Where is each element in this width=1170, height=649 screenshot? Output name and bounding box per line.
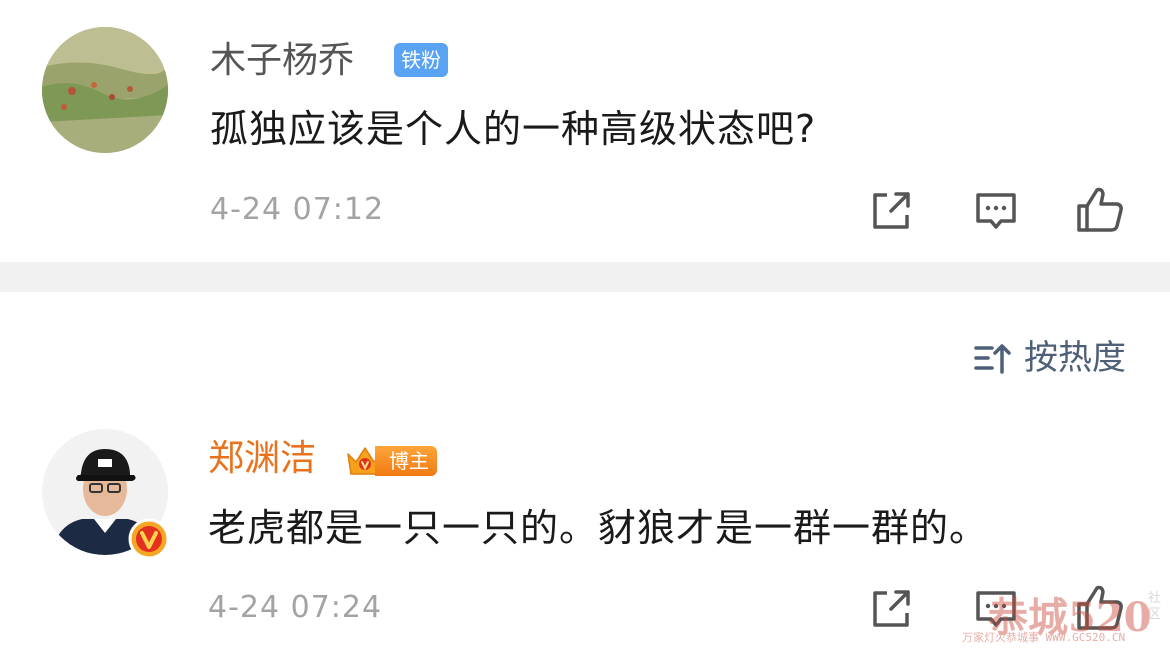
timestamp: 4-24 07:24 [208, 590, 383, 625]
avatar[interactable] [42, 27, 168, 153]
watermark-side: 社区 [1148, 591, 1162, 622]
comment-text: 孤独应该是个人的一种高级状态吧? [210, 107, 817, 151]
timestamp: 4-24 07:12 [210, 192, 385, 227]
share-icon [873, 590, 910, 627]
comment-text: 老虎都是一只一只的。豺狼才是一群一群的。 [208, 506, 989, 550]
like-button[interactable] [1075, 184, 1123, 232]
site-watermark: 恭城520 万家灯火恭城事 WWW.GC520.CN 社区 [962, 585, 1162, 645]
share-button[interactable] [867, 584, 915, 632]
fan-badge: 铁粉 [394, 43, 448, 77]
verified-badge [128, 518, 170, 560]
comment-card-1: 木子杨乔 铁粉 孤独应该是个人的一种高级状态吧? 4-24 07:12 [0, 0, 1170, 262]
like-icon [1077, 187, 1123, 232]
comment-icon [976, 193, 1016, 229]
share-icon [873, 192, 910, 229]
username[interactable]: 郑渊洁 [208, 437, 316, 481]
share-button[interactable] [867, 186, 915, 234]
section-divider [0, 262, 1170, 292]
reply-button[interactable] [972, 186, 1020, 234]
watermark-sub: 万家灯火恭城事 WWW.GC520.CN [962, 631, 1126, 644]
username[interactable]: 木子杨乔 [210, 39, 354, 83]
blogger-badge-label: 博主 [375, 446, 437, 476]
avatar-landscape-image [42, 27, 168, 153]
verified-icon [128, 518, 170, 560]
